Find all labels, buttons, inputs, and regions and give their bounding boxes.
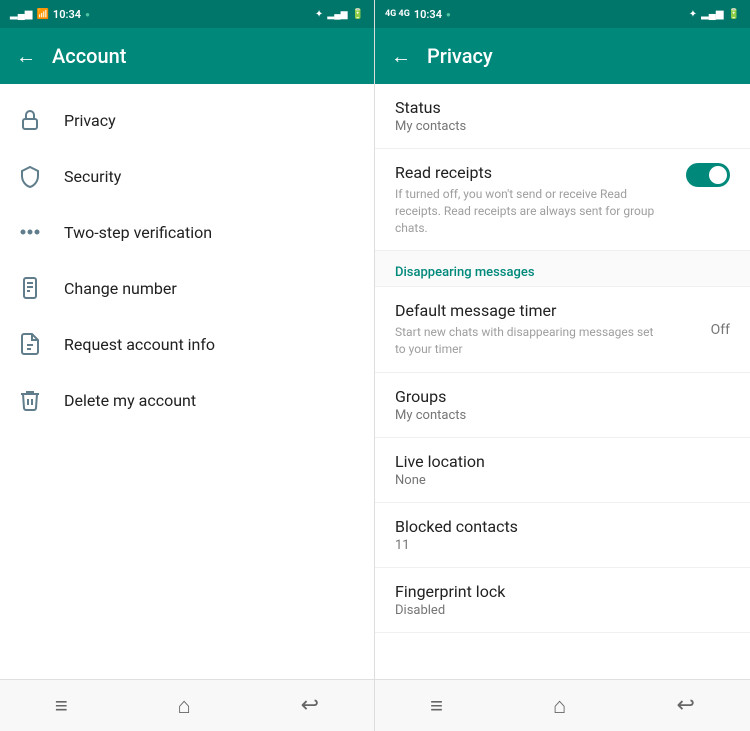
left-signal-icon: ▂▄▆: [10, 9, 32, 20]
live-location-content: Live location None: [395, 452, 730, 488]
status-subtitle: My contacts: [395, 119, 730, 134]
menu-item-change-number[interactable]: Change number: [0, 260, 374, 316]
right-home-nav-icon[interactable]: ⌂: [553, 693, 566, 719]
left-dot: ●: [85, 10, 90, 19]
status-title: Status: [395, 98, 730, 117]
menu-item-two-step[interactable]: Two-step verification: [0, 204, 374, 260]
left-time: 10:34: [53, 8, 81, 21]
trash-icon: [16, 386, 44, 414]
menu-item-request-info[interactable]: Request account info: [0, 316, 374, 372]
left-bluetooth-icon: ✦: [315, 9, 323, 20]
left-status-left: ▂▄▆ 📶 10:34 ●: [10, 8, 90, 21]
two-step-label: Two-step verification: [64, 223, 212, 242]
right-status-left: 4G 4G 10:34 ●: [385, 8, 451, 21]
shield-icon: [16, 162, 44, 190]
privacy-item-live-location[interactable]: Live location None: [375, 438, 750, 503]
right-time: 10:34: [414, 8, 442, 21]
timer-title: Default message timer: [395, 301, 699, 320]
request-info-label: Request account info: [64, 335, 215, 354]
privacy-list: Status My contacts Read receipts If turn…: [375, 84, 750, 679]
timer-value: Off: [711, 322, 730, 338]
left-menu-nav-icon[interactable]: ≡: [55, 693, 68, 719]
groups-title: Groups: [395, 387, 730, 406]
lock-icon: [16, 106, 44, 134]
privacy-item-read-receipts[interactable]: Read receipts If turned off, you won't s…: [375, 149, 750, 251]
right-status-right: ✦ ▂▄▆ 🔋: [689, 9, 740, 20]
account-menu-list: Privacy Security Two-step verification: [0, 84, 374, 679]
privacy-item-blocked-contacts[interactable]: Blocked contacts 11: [375, 503, 750, 568]
left-network-icon: ▂▄▆: [327, 9, 347, 20]
menu-item-security[interactable]: Security: [0, 148, 374, 204]
right-menu-nav-icon[interactable]: ≡: [430, 693, 443, 719]
account-back-button[interactable]: ←: [16, 46, 36, 66]
privacy-back-button[interactable]: ←: [391, 46, 411, 66]
left-status-right: ✦ ▂▄▆ 🔋: [315, 9, 364, 20]
live-location-subtitle: None: [395, 473, 730, 488]
read-receipts-desc: If turned off, you won't send or receive…: [395, 186, 655, 236]
groups-content: Groups My contacts: [395, 387, 730, 423]
left-back-nav-icon[interactable]: ↩: [301, 693, 319, 718]
right-signal-4g: 4G 4G: [385, 9, 410, 19]
right-status-bar: 4G 4G 10:34 ● ✦ ▂▄▆ 🔋: [375, 0, 750, 28]
live-location-title: Live location: [395, 452, 730, 471]
two-step-icon: [16, 218, 44, 246]
right-battery-icon: 🔋: [728, 9, 740, 20]
privacy-item-groups[interactable]: Groups My contacts: [375, 373, 750, 438]
left-status-bar: ▂▄▆ 📶 10:34 ● ✦ ▂▄▆ 🔋: [0, 0, 374, 28]
change-number-label: Change number: [64, 279, 177, 298]
right-dot: ●: [446, 10, 451, 19]
doc-icon: [16, 330, 44, 358]
privacy-title: Privacy: [427, 44, 493, 68]
account-top-bar: ← Account: [0, 28, 374, 84]
fingerprint-subtitle: Disabled: [395, 603, 730, 618]
privacy-top-bar: ← Privacy: [375, 28, 750, 84]
account-title: Account: [52, 44, 126, 68]
menu-item-delete-account[interactable]: Delete my account: [0, 372, 374, 428]
read-receipts-content: Read receipts If turned off, you won't s…: [395, 163, 686, 236]
left-home-nav-icon[interactable]: ⌂: [178, 693, 191, 719]
timer-content: Default message timer Start new chats wi…: [395, 301, 699, 358]
delete-account-label: Delete my account: [64, 391, 196, 410]
right-bluetooth-icon: ✦: [689, 9, 697, 20]
privacy-item-fingerprint-lock[interactable]: Fingerprint lock Disabled: [375, 568, 750, 633]
menu-item-privacy[interactable]: Privacy: [0, 92, 374, 148]
status-content: Status My contacts: [395, 98, 730, 134]
phone-edit-icon: [16, 274, 44, 302]
left-wifi-icon: 📶: [36, 9, 48, 20]
privacy-label: Privacy: [64, 111, 116, 130]
read-receipts-toggle[interactable]: [686, 163, 730, 187]
privacy-panel: 4G 4G 10:34 ● ✦ ▂▄▆ 🔋 ← Privacy Status M…: [375, 0, 750, 731]
privacy-item-default-timer[interactable]: Default message timer Start new chats wi…: [375, 287, 750, 373]
left-battery-icon: 🔋: [352, 9, 364, 20]
right-back-nav-icon[interactable]: ↩: [676, 693, 694, 718]
left-bottom-nav: ≡ ⌂ ↩: [0, 679, 374, 731]
fingerprint-content: Fingerprint lock Disabled: [395, 582, 730, 618]
section-label: Disappearing messages: [395, 265, 535, 280]
blocked-contacts-count: 11: [395, 538, 730, 553]
right-wifi-icon: ▂▄▆: [701, 9, 723, 20]
timer-desc: Start new chats with disappearing messag…: [395, 324, 655, 358]
security-label: Security: [64, 167, 121, 186]
disappearing-messages-section: Disappearing messages: [375, 251, 750, 287]
fingerprint-title: Fingerprint lock: [395, 582, 730, 601]
blocked-contacts-content: Blocked contacts 11: [395, 517, 730, 553]
right-bottom-nav: ≡ ⌂ ↩: [375, 679, 750, 731]
groups-subtitle: My contacts: [395, 408, 730, 423]
read-receipts-title: Read receipts: [395, 163, 686, 182]
blocked-contacts-title: Blocked contacts: [395, 517, 730, 536]
account-panel: ▂▄▆ 📶 10:34 ● ✦ ▂▄▆ 🔋 ← Account Privacy: [0, 0, 375, 731]
privacy-item-status[interactable]: Status My contacts: [375, 84, 750, 149]
